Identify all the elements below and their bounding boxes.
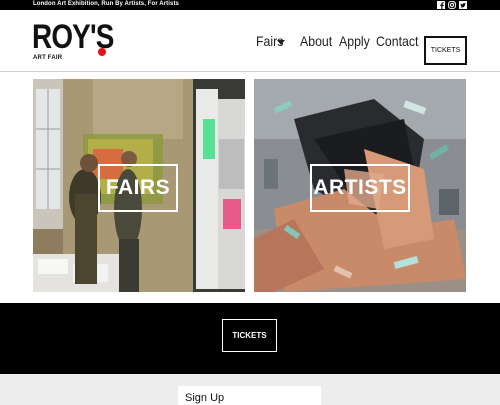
tickets-button-header[interactable]: TICKETS — [424, 36, 467, 65]
nav-about[interactable]: About — [300, 33, 332, 49]
site-header: ROY'S ART FAIR Fairs About Apply Contact… — [0, 10, 500, 72]
signup-title: Sign Up — [185, 392, 225, 404]
signup-card: Sign Up — [178, 386, 321, 405]
artists-label[interactable]: ARTISTS — [310, 164, 410, 212]
fairs-label[interactable]: FAIRS — [98, 164, 178, 212]
tickets-band: TICKETS — [0, 303, 500, 374]
tickets-band-label: TICKETS — [232, 331, 267, 340]
fairs-label-text: FAIRS — [105, 176, 171, 199]
top-bar: London Art Exhibition, Run By Artists, F… — [0, 0, 500, 10]
logo-dot — [98, 48, 106, 56]
logo[interactable]: ROY'S ART FAIR — [32, 20, 131, 61]
instagram-icon[interactable] — [448, 1, 456, 9]
chevron-down-icon[interactable] — [277, 40, 285, 45]
nav-apply[interactable]: Apply — [339, 33, 370, 49]
logo-subtitle: ART FAIR — [33, 55, 63, 61]
tagline: London Art Exhibition, Run By Artists, F… — [33, 1, 179, 7]
twitter-icon[interactable] — [459, 1, 467, 9]
nav-contact[interactable]: Contact — [376, 33, 418, 49]
artists-label-text: ARTISTS — [313, 176, 407, 199]
tickets-button-band[interactable]: TICKETS — [222, 319, 277, 352]
footer: Sign Up — [0, 374, 500, 405]
facebook-icon[interactable] — [437, 1, 445, 9]
tickets-button-label: TICKETS — [430, 47, 461, 54]
fairs-panel[interactable]: FAIRS — [33, 79, 245, 292]
artists-panel[interactable]: ARTISTS — [254, 79, 466, 292]
